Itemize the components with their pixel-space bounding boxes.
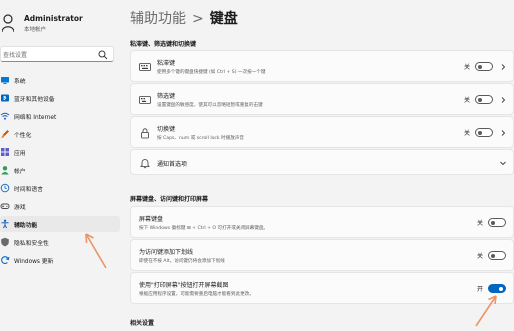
sticky-keys-card[interactable]: 粘滞键 使用多个键的键盘快捷键 (如 Ctrl + S) 一次按一个键 关 bbox=[130, 50, 514, 82]
user-name: Administrator bbox=[24, 14, 83, 23]
print-screen-state: 开 bbox=[477, 286, 484, 293]
filter-keys-state: 关 bbox=[464, 97, 471, 104]
search-icon bbox=[98, 50, 108, 60]
section-heading-onscreen-access-print: 屏幕键盘、访问键和打印屏幕 bbox=[130, 196, 209, 203]
notification-preferences-card[interactable]: 通知首选项 bbox=[130, 149, 514, 175]
lock-keys-icon bbox=[141, 128, 149, 139]
print-screen-card[interactable]: 使用"打印屏幕"按钮打开屏幕截图 根据应用程序设置，可能需要重启电脑才能看到此更… bbox=[130, 272, 514, 304]
print-screen-desc: 根据应用程序设置，可能需要重启电脑才能看到此更改。 bbox=[139, 292, 254, 297]
toggle-knob bbox=[491, 220, 495, 225]
toggle-keys-title: 切换键 bbox=[157, 126, 176, 133]
underline-access-keys-title: 为访问键添加下划线 bbox=[139, 249, 194, 256]
sidebar-item-label: 游戏 bbox=[14, 205, 26, 211]
sidebar: Administrator 本地帐户 查找设置 系统 蓝牙和其他设备 网络和 I… bbox=[0, 0, 122, 331]
sidebar-item-label: 系统 bbox=[14, 79, 26, 85]
sidebar-item-gaming[interactable]: 游戏 bbox=[0, 198, 120, 214]
search-input[interactable]: 查找设置 bbox=[0, 46, 114, 62]
sidebar-item-accounts[interactable]: 帐户 bbox=[0, 162, 120, 178]
section-heading-sticky-filter-toggle: 粘滞键、筛选键和切换键 bbox=[130, 41, 197, 48]
user-account-type: 本地帐户 bbox=[24, 27, 47, 33]
underline-access-keys-toggle[interactable] bbox=[488, 251, 506, 260]
toggle-keys-desc: 按 Caps、num 或 scroll lock 时播放声音 bbox=[157, 136, 245, 141]
toggle-knob bbox=[478, 97, 482, 102]
print-screen-title: 使用"打印屏幕"按钮打开屏幕截图 bbox=[139, 282, 229, 289]
toggle-knob bbox=[478, 64, 482, 69]
on-screen-keyboard-state: 关 bbox=[477, 220, 484, 227]
sidebar-item-label: 个性化 bbox=[14, 133, 32, 139]
sidebar-item-label: 网络和 Internet bbox=[14, 115, 57, 121]
bell-icon bbox=[140, 159, 150, 169]
chevron-right-icon[interactable] bbox=[499, 129, 507, 137]
update-icon bbox=[1, 256, 10, 265]
filter-keys-card[interactable]: 筛选键 设置键盘的敏感度，使其可以忽略短暂或重复的击键 关 bbox=[130, 83, 514, 115]
bluetooth-icon bbox=[1, 94, 9, 102]
sidebar-item-bluetooth[interactable]: 蓝牙和其他设备 bbox=[0, 90, 120, 106]
underline-access-keys-desc: 即使在不按 Alt，访问键仍将会添加下划线 bbox=[139, 259, 225, 264]
on-screen-keyboard-card[interactable]: 屏幕键盘 按下 Windows 徽标键 ⊞ + Ctrl + O 可打开或关闭屏… bbox=[130, 206, 514, 238]
notification-preferences-title: 通知首选项 bbox=[157, 161, 188, 168]
underline-access-keys-state: 关 bbox=[477, 253, 484, 260]
sidebar-item-privacy[interactable]: 隐私和安全性 bbox=[0, 234, 120, 250]
toggle-keys-state: 关 bbox=[464, 130, 471, 137]
sidebar-item-label: Windows 更新 bbox=[14, 259, 54, 265]
on-screen-keyboard-title: 屏幕键盘 bbox=[139, 216, 164, 223]
sidebar-item-apps[interactable]: 应用 bbox=[0, 144, 120, 160]
search-placeholder: 查找设置 bbox=[3, 52, 28, 59]
person-icon bbox=[1, 166, 9, 175]
toggle-knob bbox=[499, 286, 503, 291]
brush-icon bbox=[1, 130, 9, 138]
sidebar-item-system[interactable]: 系统 bbox=[0, 72, 120, 88]
sidebar-item-label: 隐私和安全性 bbox=[14, 241, 49, 247]
filter-keys-title: 筛选键 bbox=[157, 93, 176, 100]
avatar bbox=[2, 14, 14, 32]
keyboard-filter-icon bbox=[139, 96, 151, 104]
sidebar-item-windows-update[interactable]: Windows 更新 bbox=[0, 252, 120, 268]
chevron-right-icon[interactable] bbox=[499, 63, 507, 71]
on-screen-keyboard-toggle[interactable] bbox=[488, 218, 506, 227]
toggle-keys-card[interactable]: 切换键 按 Caps、num 或 scroll lock 时播放声音 关 bbox=[130, 116, 514, 148]
user-profile[interactable]: Administrator 本地帐户 bbox=[0, 10, 122, 38]
sticky-keys-title: 粘滞键 bbox=[157, 60, 176, 67]
section-heading-related-settings: 相关设置 bbox=[130, 320, 155, 327]
accessibility-icon bbox=[1, 219, 9, 229]
sidebar-item-label: 辅助功能 bbox=[14, 223, 38, 229]
toggle-knob bbox=[478, 130, 482, 135]
filter-keys-desc: 设置键盘的敏感度，使其可以忽略短暂或重复的击键 bbox=[157, 103, 263, 108]
shield-icon bbox=[1, 237, 9, 247]
sidebar-item-label: 蓝牙和其他设备 bbox=[14, 97, 55, 103]
sticky-keys-desc: 使用多个键的键盘快捷键 (如 Ctrl + S) 一次按一个键 bbox=[157, 70, 266, 75]
sticky-keys-state: 关 bbox=[464, 64, 471, 71]
sidebar-item-accessibility[interactable]: 辅助功能 bbox=[0, 216, 120, 232]
sidebar-item-label: 应用 bbox=[14, 151, 26, 157]
page-title: 辅助功能 > 键盘 bbox=[130, 8, 238, 30]
breadcrumb-current: 键盘 bbox=[209, 11, 238, 27]
underline-access-keys-card[interactable]: 为访问键添加下划线 即使在不按 Alt，访问键仍将会添加下划线 关 bbox=[130, 239, 514, 271]
toggle-keys-toggle[interactable] bbox=[475, 128, 493, 137]
chevron-right-icon[interactable] bbox=[499, 96, 507, 104]
breadcrumb-parent[interactable]: 辅助功能 bbox=[130, 11, 186, 27]
sidebar-item-personalization[interactable]: 个性化 bbox=[0, 126, 120, 142]
sidebar-item-label: 帐户 bbox=[14, 169, 26, 175]
breadcrumb-separator: > bbox=[192, 11, 204, 27]
monitor-icon bbox=[1, 77, 9, 84]
filter-keys-toggle[interactable] bbox=[475, 95, 493, 104]
apps-icon bbox=[1, 148, 9, 156]
toggle-knob bbox=[491, 253, 495, 258]
wifi-icon bbox=[0, 112, 10, 120]
clock-globe-icon bbox=[0, 183, 10, 193]
keyboard-icon bbox=[139, 63, 151, 71]
sidebar-item-time-language[interactable]: 时间和语言 bbox=[0, 180, 120, 196]
on-screen-keyboard-desc: 按下 Windows 徽标键 ⊞ + Ctrl + O 可打开或关闭屏幕键盘。 bbox=[139, 226, 269, 231]
sidebar-item-label: 时间和语言 bbox=[14, 187, 43, 193]
sticky-keys-toggle[interactable] bbox=[475, 62, 493, 71]
gamepad-icon bbox=[0, 203, 10, 209]
chevron-down-icon[interactable] bbox=[499, 159, 507, 167]
print-screen-toggle[interactable] bbox=[488, 284, 506, 293]
sidebar-item-network[interactable]: 网络和 Internet bbox=[0, 108, 120, 124]
